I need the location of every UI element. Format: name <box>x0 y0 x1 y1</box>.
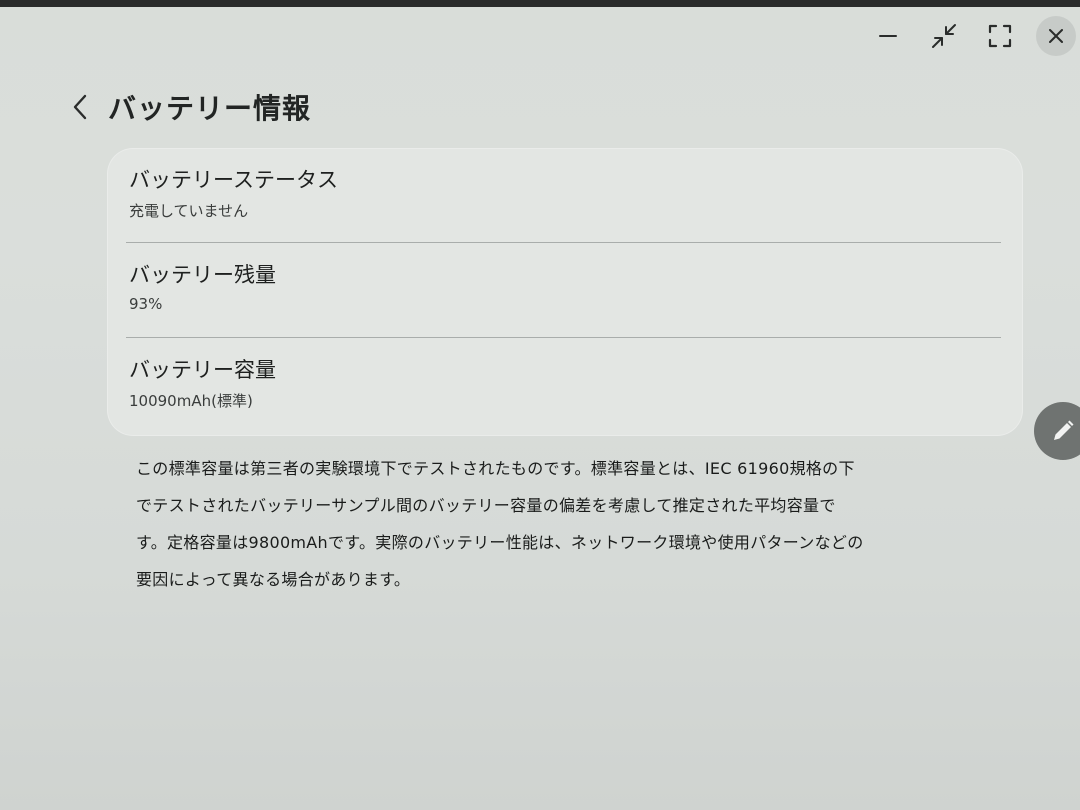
close-button[interactable] <box>1036 16 1076 56</box>
battery-status-title: バッテリーステータス <box>129 168 338 192</box>
fullscreen-button[interactable] <box>972 14 1028 58</box>
collapse-button[interactable] <box>916 14 972 58</box>
minimize-button[interactable] <box>860 14 916 58</box>
minimize-icon <box>879 35 897 37</box>
close-icon <box>1049 29 1063 43</box>
collapse-icon <box>932 24 956 48</box>
back-button[interactable] <box>62 85 98 129</box>
back-arrow-icon <box>73 94 87 120</box>
fullscreen-icon <box>988 24 1012 48</box>
battery-capacity-value: 10090mAh(標準) <box>129 392 253 410</box>
battery-capacity-title: バッテリー容量 <box>129 358 276 382</box>
battery-level-value: 93% <box>129 295 163 313</box>
page-header: バッテリー情報 <box>62 82 311 132</box>
note-line: 要因によって異なる場合があります。 <box>136 570 411 589</box>
note-line: でテストされたバッテリーサンプル間のバッテリー容量の偏差を考慮して推定された平均… <box>136 496 836 515</box>
pencil-icon <box>1054 420 1074 440</box>
note-line: この標準容量は第三者の実験環境下でテストされたものです。標準容量とは、IEC 6… <box>136 459 855 478</box>
battery-capacity-item[interactable]: バッテリー容量 10090mAh(標準) <box>107 338 1023 432</box>
battery-level-title: バッテリー残量 <box>129 263 276 287</box>
battery-status-item[interactable]: バッテリーステータス 充電していません <box>107 148 1023 242</box>
window-controls <box>860 14 1080 58</box>
screen-top-edge <box>0 0 1080 7</box>
battery-level-item[interactable]: バッテリー残量 93% <box>107 243 1023 337</box>
page-title: バッテリー情報 <box>108 92 312 125</box>
edit-fab-button[interactable] <box>1034 402 1080 460</box>
note-line: す。定格容量は9800mAhです。実際のバッテリー性能は、ネットワーク環境や使用… <box>136 533 864 552</box>
battery-info-card: バッテリーステータス 充電していません バッテリー残量 93% バッテリー容量 … <box>107 148 1023 436</box>
battery-status-value: 充電していません <box>129 202 249 220</box>
capacity-note: この標準容量は第三者の実験環境下でテストされたものです。標準容量とは、IEC 6… <box>136 450 986 598</box>
